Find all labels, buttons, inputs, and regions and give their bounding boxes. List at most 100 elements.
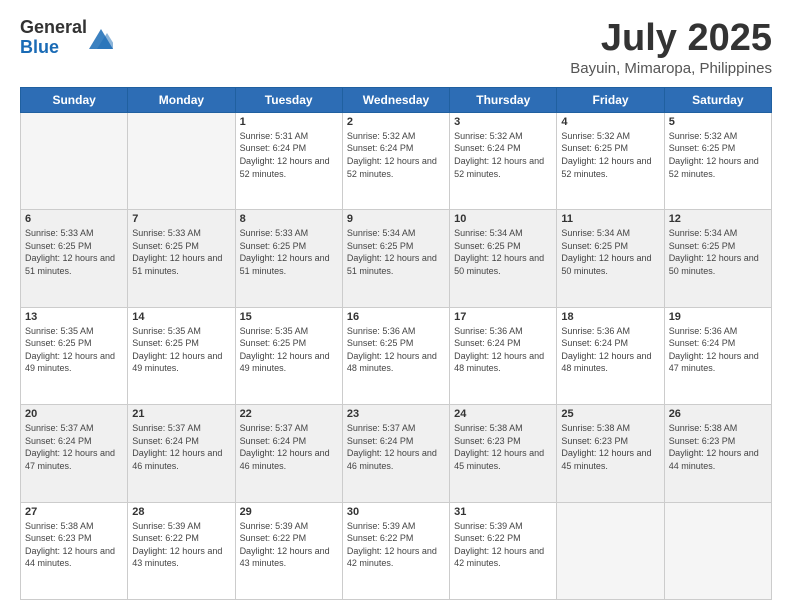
calendar-cell: 16 Sunrise: 5:36 AM Sunset: 6:25 PM Dayli… xyxy=(342,307,449,404)
calendar-cell: 13 Sunrise: 5:35 AM Sunset: 6:25 PM Dayli… xyxy=(21,307,128,404)
day-info: Sunrise: 5:32 AM Sunset: 6:24 PM Dayligh… xyxy=(454,130,552,180)
week-row-2: 13 Sunrise: 5:35 AM Sunset: 6:25 PM Dayli… xyxy=(21,307,772,404)
day-number: 15 xyxy=(240,311,338,323)
calendar-cell: 25Sunrise: 5:38 AM Sunset: 6:23 PM Dayli… xyxy=(557,405,664,502)
calendar-cell: 6 Sunrise: 5:33 AM Sunset: 6:25 PM Daylig… xyxy=(21,210,128,307)
calendar-cell xyxy=(664,502,771,599)
calendar-cell: 4 Sunrise: 5:32 AM Sunset: 6:25 PM Daylig… xyxy=(557,112,664,209)
calendar-cell: 26 Sunrise: 5:38 AM Sunset: 6:23 PM Dayli… xyxy=(664,405,771,502)
day-info: Sunrise: 5:32 AM Sunset: 6:24 PM Dayligh… xyxy=(347,130,445,180)
calendar-cell xyxy=(21,112,128,209)
header: General Blue July 2025 Bayuin, Mimaropa,… xyxy=(20,18,772,77)
day-info: Sunrise: 5:36 AM Sunset: 6:24 PM Dayligh… xyxy=(454,325,552,375)
day-info: Sunrise: 5:36 AM Sunset: 6:24 PM Dayligh… xyxy=(669,325,767,375)
day-number: 21 xyxy=(132,408,230,420)
weekday-header-wednesday: Wednesday xyxy=(342,87,449,112)
calendar-cell: 31 Sunrise: 5:39 AM Sunset: 6:22 PM Dayli… xyxy=(450,502,557,599)
calendar-cell xyxy=(557,502,664,599)
logo-blue: Blue xyxy=(20,38,87,58)
calendar-cell: 17 Sunrise: 5:36 AM Sunset: 6:24 PM Dayli… xyxy=(450,307,557,404)
day-number: 23 xyxy=(347,408,445,420)
day-number: 6 xyxy=(25,213,123,225)
day-number: 16 xyxy=(347,311,445,323)
day-number: 24 xyxy=(454,408,552,420)
calendar-cell: 27Sunrise: 5:38 AM Sunset: 6:23 PM Dayli… xyxy=(21,502,128,599)
week-row-4: 27Sunrise: 5:38 AM Sunset: 6:23 PM Dayli… xyxy=(21,502,772,599)
day-number: 29 xyxy=(240,506,338,518)
calendar-cell: 8 Sunrise: 5:33 AM Sunset: 6:25 PM Daylig… xyxy=(235,210,342,307)
day-info: Sunrise: 5:37 AM Sunset: 6:24 PM Dayligh… xyxy=(240,422,338,472)
day-info: Sunrise: 5:32 AM Sunset: 6:25 PM Dayligh… xyxy=(669,130,767,180)
day-info: Sunrise: 5:33 AM Sunset: 6:25 PM Dayligh… xyxy=(240,227,338,277)
calendar-cell: 20 Sunrise: 5:37 AM Sunset: 6:24 PM Dayli… xyxy=(21,405,128,502)
title-block: July 2025 Bayuin, Mimaropa, Philippines xyxy=(570,18,772,77)
day-info: Sunrise: 5:38 AM Sunset: 6:23 PM Dayligh… xyxy=(561,422,659,472)
day-info: Sunrise: 5:33 AM Sunset: 6:25 PM Dayligh… xyxy=(25,227,123,277)
calendar-cell: 22 Sunrise: 5:37 AM Sunset: 6:24 PM Dayli… xyxy=(235,405,342,502)
day-info: Sunrise: 5:38 AM Sunset: 6:23 PM Dayligh… xyxy=(669,422,767,472)
day-number: 13 xyxy=(25,311,123,323)
day-number: 3 xyxy=(454,116,552,128)
day-number: 17 xyxy=(454,311,552,323)
day-number: 1 xyxy=(240,116,338,128)
day-number: 4 xyxy=(561,116,659,128)
day-info: Sunrise: 5:38 AM Sunset: 6:23 PM Dayligh… xyxy=(454,422,552,472)
day-info: Sunrise: 5:35 AM Sunset: 6:25 PM Dayligh… xyxy=(132,325,230,375)
calendar-cell: 30 Sunrise: 5:39 AM Sunset: 6:22 PM Dayli… xyxy=(342,502,449,599)
day-number: 27 xyxy=(25,506,123,518)
location: Bayuin, Mimaropa, Philippines xyxy=(570,60,772,77)
week-row-0: 1 Sunrise: 5:31 AM Sunset: 6:24 PM Daylig… xyxy=(21,112,772,209)
calendar-cell: 21 Sunrise: 5:37 AM Sunset: 6:24 PM Dayli… xyxy=(128,405,235,502)
calendar-cell: 15 Sunrise: 5:35 AM Sunset: 6:25 PM Dayli… xyxy=(235,307,342,404)
day-number: 22 xyxy=(240,408,338,420)
day-info: Sunrise: 5:37 AM Sunset: 6:24 PM Dayligh… xyxy=(132,422,230,472)
calendar-cell: 9Sunrise: 5:34 AM Sunset: 6:25 PM Daylig… xyxy=(342,210,449,307)
day-number: 7 xyxy=(132,213,230,225)
day-info: Sunrise: 5:37 AM Sunset: 6:24 PM Dayligh… xyxy=(25,422,123,472)
day-number: 12 xyxy=(669,213,767,225)
calendar-cell: 2 Sunrise: 5:32 AM Sunset: 6:24 PM Daylig… xyxy=(342,112,449,209)
logo-text: General Blue xyxy=(20,18,87,58)
month-title: July 2025 xyxy=(570,18,772,60)
day-info: Sunrise: 5:36 AM Sunset: 6:24 PM Dayligh… xyxy=(561,325,659,375)
day-info: Sunrise: 5:34 AM Sunset: 6:25 PM Dayligh… xyxy=(669,227,767,277)
day-info: Sunrise: 5:35 AM Sunset: 6:25 PM Dayligh… xyxy=(25,325,123,375)
weekday-header-sunday: Sunday xyxy=(21,87,128,112)
day-number: 8 xyxy=(240,213,338,225)
day-info: Sunrise: 5:39 AM Sunset: 6:22 PM Dayligh… xyxy=(132,520,230,570)
calendar-cell: 3 Sunrise: 5:32 AM Sunset: 6:24 PM Daylig… xyxy=(450,112,557,209)
calendar-cell: 28 Sunrise: 5:39 AM Sunset: 6:22 PM Dayli… xyxy=(128,502,235,599)
day-number: 10 xyxy=(454,213,552,225)
calendar-cell: 19 Sunrise: 5:36 AM Sunset: 6:24 PM Dayli… xyxy=(664,307,771,404)
calendar: SundayMondayTuesdayWednesdayThursdayFrid… xyxy=(20,87,772,600)
day-number: 31 xyxy=(454,506,552,518)
day-info: Sunrise: 5:36 AM Sunset: 6:25 PM Dayligh… xyxy=(347,325,445,375)
weekday-header-thursday: Thursday xyxy=(450,87,557,112)
logo-general: General xyxy=(20,18,87,38)
day-info: Sunrise: 5:39 AM Sunset: 6:22 PM Dayligh… xyxy=(454,520,552,570)
day-number: 28 xyxy=(132,506,230,518)
day-info: Sunrise: 5:33 AM Sunset: 6:25 PM Dayligh… xyxy=(132,227,230,277)
day-info: Sunrise: 5:34 AM Sunset: 6:25 PM Dayligh… xyxy=(347,227,445,277)
calendar-cell: 5 Sunrise: 5:32 AM Sunset: 6:25 PM Daylig… xyxy=(664,112,771,209)
day-number: 5 xyxy=(669,116,767,128)
day-number: 2 xyxy=(347,116,445,128)
day-info: Sunrise: 5:35 AM Sunset: 6:25 PM Dayligh… xyxy=(240,325,338,375)
calendar-cell: 29Sunrise: 5:39 AM Sunset: 6:22 PM Dayli… xyxy=(235,502,342,599)
day-info: Sunrise: 5:34 AM Sunset: 6:25 PM Dayligh… xyxy=(561,227,659,277)
day-info: Sunrise: 5:34 AM Sunset: 6:25 PM Dayligh… xyxy=(454,227,552,277)
calendar-cell: 18Sunrise: 5:36 AM Sunset: 6:24 PM Dayli… xyxy=(557,307,664,404)
calendar-cell xyxy=(128,112,235,209)
week-row-1: 6 Sunrise: 5:33 AM Sunset: 6:25 PM Daylig… xyxy=(21,210,772,307)
calendar-cell: 11Sunrise: 5:34 AM Sunset: 6:25 PM Dayli… xyxy=(557,210,664,307)
day-info: Sunrise: 5:32 AM Sunset: 6:25 PM Dayligh… xyxy=(561,130,659,180)
day-info: Sunrise: 5:39 AM Sunset: 6:22 PM Dayligh… xyxy=(347,520,445,570)
calendar-cell: 7 Sunrise: 5:33 AM Sunset: 6:25 PM Daylig… xyxy=(128,210,235,307)
day-number: 19 xyxy=(669,311,767,323)
day-info: Sunrise: 5:31 AM Sunset: 6:24 PM Dayligh… xyxy=(240,130,338,180)
weekday-header-friday: Friday xyxy=(557,87,664,112)
day-number: 30 xyxy=(347,506,445,518)
day-number: 20 xyxy=(25,408,123,420)
weekday-header-tuesday: Tuesday xyxy=(235,87,342,112)
day-number: 26 xyxy=(669,408,767,420)
